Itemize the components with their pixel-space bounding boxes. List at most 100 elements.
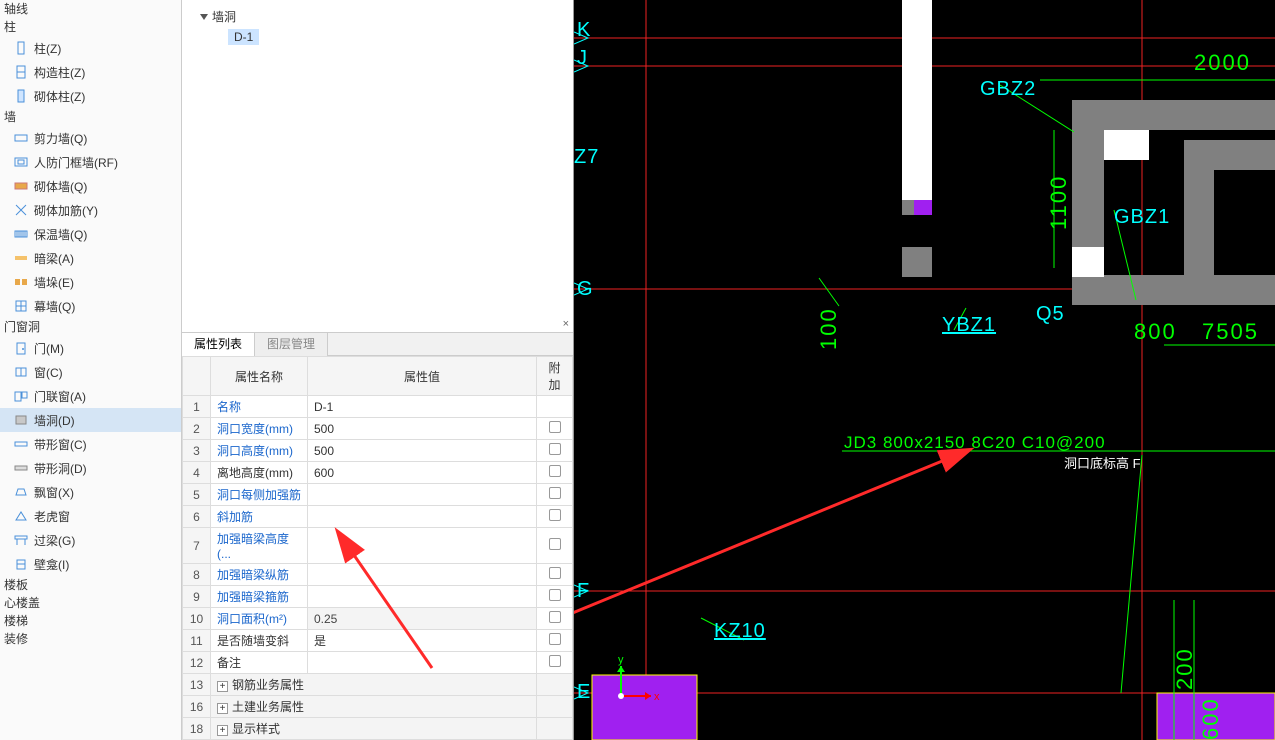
expander-icon[interactable]: + (217, 703, 228, 714)
nav-item-jianli[interactable]: 剪力墙(Q) (0, 126, 181, 150)
cad-viewport[interactable]: K J Z7 G F E (574, 0, 1275, 740)
checkbox-icon[interactable] (549, 567, 561, 579)
prop-row[interactable]: 11是否随墙变斜是 (183, 630, 573, 652)
nav-item-mlc[interactable]: 门联窗(A) (0, 384, 181, 408)
prop-value[interactable] (308, 652, 537, 674)
nav-item-gouzao[interactable]: 构造柱(Z) (0, 60, 181, 84)
checkbox-icon[interactable] (549, 465, 561, 477)
prop-row[interactable]: 5洞口每侧加强筋 (183, 484, 573, 506)
checkbox-icon[interactable] (549, 633, 561, 645)
prop-row[interactable]: 13+钢筋业务属性 (183, 674, 573, 696)
prop-extra[interactable] (537, 652, 573, 674)
prop-extra[interactable] (537, 586, 573, 608)
nav-group-axis[interactable]: 轴线 (0, 0, 181, 18)
prop-extra[interactable] (537, 506, 573, 528)
prop-row[interactable]: 12备注 (183, 652, 573, 674)
nav-item-qiangdong[interactable]: 墙洞(D) (0, 408, 181, 432)
prop-value[interactable]: 600 (308, 462, 537, 484)
prop-extra[interactable] (537, 608, 573, 630)
prop-value[interactable]: 500 (308, 440, 537, 462)
nav-item-rf[interactable]: 人防门框墙(RF) (0, 150, 181, 174)
prop-row[interactable]: 2洞口宽度(mm)500 (183, 418, 573, 440)
prop-row[interactable]: 4离地高度(mm)600 (183, 462, 573, 484)
prop-extra[interactable] (537, 674, 573, 696)
prop-row[interactable]: 9加强暗梁箍筋 (183, 586, 573, 608)
prop-extra[interactable] (537, 418, 573, 440)
checkbox-icon[interactable] (549, 611, 561, 623)
nav-group-zhu[interactable]: 柱 (0, 18, 181, 36)
nav-item-anliang[interactable]: 暗梁(A) (0, 246, 181, 270)
prop-row[interactable]: 18+显示样式 (183, 718, 573, 740)
prop-value[interactable]: 0.25 (308, 608, 537, 630)
nav-item-men[interactable]: 门(M) (0, 336, 181, 360)
nav-item-zhu[interactable]: 柱(Z) (0, 36, 181, 60)
row-number: 18 (183, 718, 211, 740)
prop-row[interactable]: 6斜加筋 (183, 506, 573, 528)
nav-item-qiti[interactable]: 砌体柱(Z) (0, 84, 181, 108)
component-tree[interactable]: 墙洞 D-1 × (182, 0, 573, 333)
nav-group-xlg[interactable]: 心楼盖 (0, 594, 181, 612)
prop-value[interactable]: D-1 (308, 396, 537, 418)
nav-group-lt[interactable]: 楼梯 (0, 612, 181, 630)
nav-item-qtq[interactable]: 砌体墙(Q) (0, 174, 181, 198)
close-icon[interactable]: × (563, 318, 569, 330)
triangle-expanded-icon[interactable] (200, 14, 208, 20)
mason-column-icon (14, 89, 28, 103)
prop-row[interactable]: 1名称D-1 (183, 396, 573, 418)
nav-item-bk[interactable]: 壁龛(I) (0, 552, 181, 576)
nav-item-chuang[interactable]: 窗(C) (0, 360, 181, 384)
prop-value[interactable] (308, 564, 537, 586)
prop-extra[interactable] (537, 528, 573, 564)
door-icon (14, 341, 28, 355)
prop-extra[interactable] (537, 630, 573, 652)
prop-value[interactable]: 500 (308, 418, 537, 440)
checkbox-icon[interactable] (549, 589, 561, 601)
label-gbz1: GBZ1 (1114, 206, 1170, 228)
nav-group-zx[interactable]: 装修 (0, 630, 181, 648)
prop-value[interactable] (308, 586, 537, 608)
prop-value[interactable] (308, 484, 537, 506)
tree-child-selected[interactable]: D-1 (228, 29, 259, 45)
prop-extra[interactable] (537, 564, 573, 586)
checkbox-icon[interactable] (549, 538, 561, 550)
nav-item-qtjj[interactable]: 砌体加筋(Y) (0, 198, 181, 222)
nav-item-muqiang[interactable]: 幕墙(Q) (0, 294, 181, 318)
checkbox-icon[interactable] (549, 421, 561, 433)
nav-group-door[interactable]: 门窗洞 (0, 318, 181, 336)
expander-icon[interactable]: + (217, 725, 228, 736)
prop-value[interactable] (308, 506, 537, 528)
prop-value[interactable] (308, 528, 537, 564)
prop-row[interactable]: 7加强暗梁高度(... (183, 528, 573, 564)
nav-item-gl[interactable]: 过梁(G) (0, 528, 181, 552)
checkbox-icon[interactable] (549, 443, 561, 455)
prop-value[interactable]: 是 (308, 630, 537, 652)
nav-group-wall[interactable]: 墙 (0, 108, 181, 126)
prop-extra[interactable] (537, 440, 573, 462)
tab-properties[interactable]: 属性列表 (182, 333, 255, 356)
prop-extra[interactable] (537, 484, 573, 506)
prop-extra[interactable] (537, 696, 573, 718)
nav-item-dxc[interactable]: 带形窗(C) (0, 432, 181, 456)
prop-row[interactable]: 10洞口面积(m²)0.25 (183, 608, 573, 630)
prop-row[interactable]: 3洞口高度(mm)500 (183, 440, 573, 462)
prop-name: 名称 (211, 396, 308, 418)
prop-row[interactable]: 8加强暗梁纵筋 (183, 564, 573, 586)
nav-item-lhc[interactable]: 老虎窗 (0, 504, 181, 528)
tree-root[interactable]: 墙洞 (200, 8, 563, 25)
prop-extra[interactable] (537, 462, 573, 484)
nav-item-dxd[interactable]: 带形洞(D) (0, 456, 181, 480)
prop-extra[interactable] (537, 396, 573, 418)
nav-item-bwq[interactable]: 保温墙(Q) (0, 222, 181, 246)
nav-item-qiangduo[interactable]: 墙垛(E) (0, 270, 181, 294)
axis-label-e: E (577, 681, 591, 703)
nav-item-pc[interactable]: 飘窗(X) (0, 480, 181, 504)
dim-100: 100 (816, 307, 841, 350)
prop-extra[interactable] (537, 718, 573, 740)
checkbox-icon[interactable] (549, 655, 561, 667)
checkbox-icon[interactable] (549, 487, 561, 499)
nav-group-floor[interactable]: 楼板 (0, 576, 181, 594)
prop-row[interactable]: 16+土建业务属性 (183, 696, 573, 718)
checkbox-icon[interactable] (549, 509, 561, 521)
tab-layers[interactable]: 图层管理 (255, 333, 328, 356)
expander-icon[interactable]: + (217, 681, 228, 692)
